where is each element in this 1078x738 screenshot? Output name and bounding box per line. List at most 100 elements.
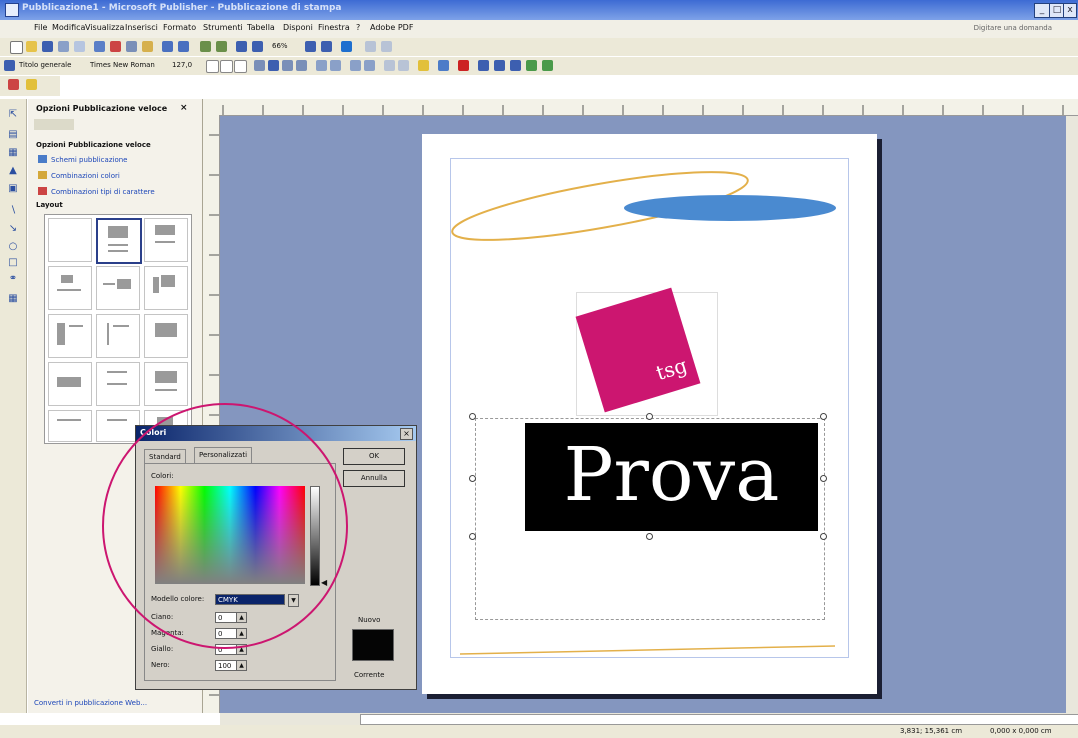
black-stepper[interactable]: 100 ▲	[215, 660, 247, 671]
open-icon[interactable]	[26, 41, 37, 52]
layout-thumb[interactable]	[144, 314, 188, 358]
help-search-input[interactable]: Digitare una domanda	[974, 24, 1052, 32]
table-tool-icon[interactable]: ▦	[7, 147, 19, 159]
align-center-icon[interactable]	[268, 60, 279, 71]
horizontal-ruler[interactable]	[203, 99, 1078, 116]
link-schemi-pubblicazione[interactable]: Schemi pubblicazione	[38, 155, 127, 164]
format-painter-icon[interactable]	[365, 41, 376, 52]
zoom-select[interactable]: 66%	[272, 42, 288, 50]
help-icon[interactable]	[341, 41, 352, 52]
link-combinazioni-colori[interactable]: Combinazioni colori	[38, 171, 120, 180]
justify-icon[interactable]	[296, 60, 307, 71]
save-icon[interactable]	[42, 41, 53, 52]
link-combinazioni-caratteri[interactable]: Combinazioni tipi di carattere	[38, 187, 155, 196]
wizard-icon[interactable]	[26, 79, 37, 90]
paragraph-icon[interactable]	[252, 41, 263, 52]
layout-thumb[interactable]	[96, 362, 140, 406]
menu-file[interactable]: File	[34, 23, 47, 32]
layout-thumb[interactable]	[48, 218, 92, 262]
rectangle-tool-icon[interactable]: □	[7, 257, 19, 269]
arrow-style-icon[interactable]	[510, 60, 521, 71]
design-checker-icon[interactable]	[8, 79, 19, 90]
copy-icon[interactable]	[126, 41, 137, 52]
menu-disponi[interactable]: Disponi	[283, 23, 313, 32]
ok-button[interactable]: OK	[343, 448, 405, 465]
menu-modifica[interactable]: Modifica	[52, 23, 85, 32]
font-size-select[interactable]: 127,0	[172, 61, 192, 69]
layout-thumb[interactable]	[48, 410, 92, 442]
styles-icon[interactable]	[4, 60, 15, 71]
table-icon[interactable]	[381, 41, 392, 52]
task-pane-nav-icon[interactable]	[34, 119, 74, 130]
cut-icon[interactable]	[110, 41, 121, 52]
menu-help[interactable]: ?	[356, 23, 360, 32]
oval-tool-icon[interactable]: ○	[7, 241, 19, 253]
menu-formato[interactable]: Formato	[163, 23, 196, 32]
preview-icon[interactable]	[74, 41, 85, 52]
font-color-icon[interactable]	[458, 60, 469, 71]
task-pane-title[interactable]: Opzioni Pubblicazione veloce	[36, 104, 167, 113]
3d-style-icon[interactable]	[542, 60, 553, 71]
bold-icon[interactable]	[206, 60, 219, 73]
resize-handle[interactable]	[820, 533, 827, 540]
align-left-icon[interactable]	[254, 60, 265, 71]
line-color-icon[interactable]	[438, 60, 449, 71]
arrow-tool-icon[interactable]: ↘	[7, 223, 19, 235]
new-icon[interactable]	[10, 41, 23, 54]
decrease-indent-icon[interactable]	[350, 60, 361, 71]
dash-style-icon[interactable]	[494, 60, 505, 71]
line-tool-icon[interactable]: ∖	[7, 205, 19, 217]
textbox-tool-icon[interactable]: ▤	[7, 129, 19, 141]
resize-handle[interactable]	[646, 413, 653, 420]
line-style-icon[interactable]	[478, 60, 489, 71]
vertical-scrollbar[interactable]	[1066, 116, 1078, 713]
zoom-in-icon[interactable]	[321, 41, 332, 52]
spelling-icon[interactable]	[94, 41, 105, 52]
close-button[interactable]: x	[1063, 3, 1077, 18]
menu-adobe-pdf[interactable]: Adobe PDF	[370, 23, 413, 32]
dialog-close-icon[interactable]: ×	[400, 428, 413, 440]
paste-icon[interactable]	[142, 41, 153, 52]
publisher-app-icon[interactable]	[5, 3, 19, 17]
layout-thumb[interactable]	[48, 362, 92, 406]
bullets-icon[interactable]	[330, 60, 341, 71]
resize-handle[interactable]	[646, 533, 653, 540]
underline-icon[interactable]	[234, 60, 247, 73]
layout-thumb[interactable]	[144, 218, 188, 262]
scroll-thumb[interactable]	[360, 714, 1078, 725]
layout-thumb[interactable]	[144, 266, 188, 310]
shadow-style-icon[interactable]	[526, 60, 537, 71]
increase-indent-icon[interactable]	[364, 60, 375, 71]
fill-color-icon[interactable]	[418, 60, 429, 71]
layout-thumb[interactable]	[48, 314, 92, 358]
layout-thumb[interactable]	[48, 266, 92, 310]
select-tool-icon[interactable]: ⇱	[7, 109, 19, 121]
send-back-icon[interactable]	[216, 41, 227, 52]
layout-thumb[interactable]	[96, 266, 140, 310]
menu-strumenti[interactable]: Strumenti	[203, 23, 243, 32]
resize-handle[interactable]	[469, 533, 476, 540]
menu-inserisci[interactable]: Inserisci	[125, 23, 158, 32]
style-select[interactable]: Titolo generale	[19, 61, 71, 69]
align-right-icon[interactable]	[282, 60, 293, 71]
layout-thumb[interactable]	[96, 410, 140, 442]
italic-icon[interactable]	[220, 60, 233, 73]
font-select[interactable]: Times New Roman	[90, 61, 155, 69]
font-size-up-icon[interactable]	[384, 60, 395, 71]
hotspot-tool-icon[interactable]: ▦	[7, 293, 19, 305]
resize-handle[interactable]	[820, 413, 827, 420]
headline-box[interactable]: Prova	[525, 423, 818, 531]
numbering-icon[interactable]	[316, 60, 327, 71]
picture-tool-icon[interactable]: ▣	[7, 183, 19, 195]
print-icon[interactable]	[58, 41, 69, 52]
task-pane-close-icon[interactable]: ×	[180, 103, 188, 113]
redo-icon[interactable]	[178, 41, 189, 52]
menu-visualizza[interactable]: Visualizza	[85, 23, 124, 32]
resize-handle[interactable]	[820, 475, 827, 482]
cancel-button[interactable]: Annulla	[343, 470, 405, 487]
undo-icon[interactable]	[162, 41, 173, 52]
horizontal-scrollbar[interactable]	[220, 713, 1078, 725]
layout-thumb[interactable]	[144, 362, 188, 406]
font-size-down-icon[interactable]	[398, 60, 409, 71]
layout-thumb[interactable]	[96, 314, 140, 358]
